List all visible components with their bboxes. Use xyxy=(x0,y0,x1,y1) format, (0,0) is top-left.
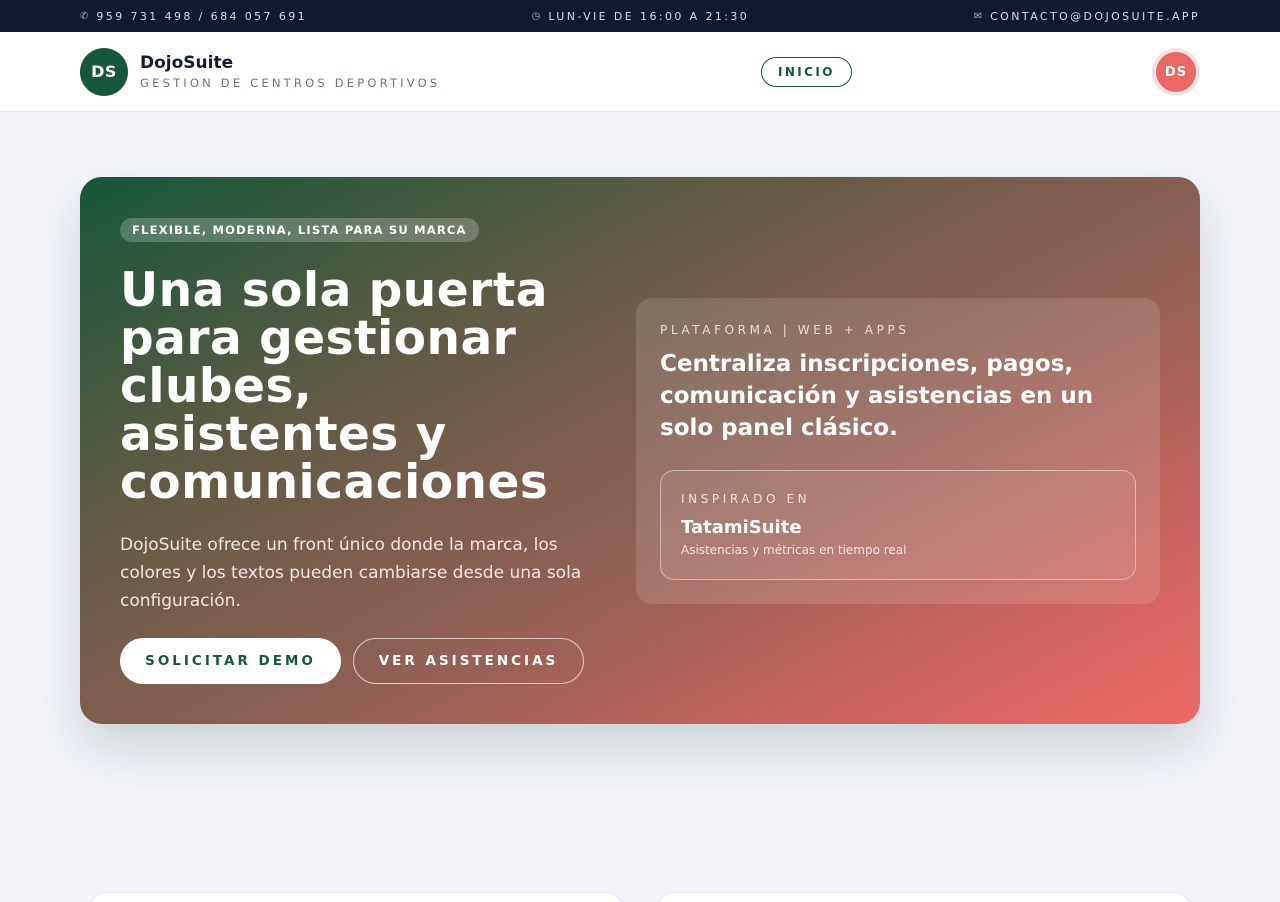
mail-icon: ✉ xyxy=(973,10,983,22)
site-header: DS DojoSuite GESTION DE CENTROS DEPORTIV… xyxy=(0,32,1280,112)
hero-section: FLEXIBLE, MODERNA, LISTA PARA SU MARCA U… xyxy=(80,177,1200,724)
brand-name: DojoSuite xyxy=(140,52,234,73)
brand[interactable]: DS DojoSuite GESTION DE CENTROS DEPORTIV… xyxy=(80,47,441,96)
feature-card-right xyxy=(656,892,1192,902)
hero-description: DojoSuite ofrece un front único donde la… xyxy=(120,535,582,611)
phone-text: 959 731 498 / 684 057 691 xyxy=(96,9,308,23)
request-demo-button[interactable]: SOLICITAR DEMO xyxy=(120,638,341,684)
panel-eyebrow: PLATAFORMA | WEB + APPS xyxy=(660,323,910,337)
card-title: TatamiSuite xyxy=(681,517,802,538)
user-avatar-button[interactable]: DS xyxy=(1152,48,1200,96)
phone-info[interactable]: ✆ 959 731 498 / 684 057 691 xyxy=(80,10,307,23)
avatar: DS xyxy=(1156,52,1196,92)
email-info[interactable]: ✉ CONTACTO@DOJOSUITE.APP xyxy=(974,10,1200,23)
email-text: CONTACTO@DOJOSUITE.APP xyxy=(990,9,1200,23)
brand-tagline: GESTION DE CENTROS DEPORTIVOS xyxy=(140,76,441,91)
platform-panel: PLATAFORMA | WEB + APPS Centraliza inscr… xyxy=(636,298,1160,604)
feature-card-left xyxy=(88,892,624,902)
panel-title: Centraliza inscripciones, pagos, comunic… xyxy=(660,351,1094,441)
top-info-bar: ✆ 959 731 498 / 684 057 691 ◷ LUN-VIE DE… xyxy=(0,0,1280,32)
nav-inicio-link[interactable]: INICIO xyxy=(761,57,852,87)
card-eyebrow: INSPIRADO EN xyxy=(681,492,811,506)
hero-badge: FLEXIBLE, MODERNA, LISTA PARA SU MARCA xyxy=(120,218,479,242)
brand-logo: DS xyxy=(80,47,128,96)
inspired-by-card: INSPIRADO EN TatamiSuite Asistencias y m… xyxy=(660,470,1136,580)
clock-icon: ◷ xyxy=(531,10,541,22)
hero-title: Una sola puerta para gestionar clubes, a… xyxy=(120,263,549,510)
hours-text: LUN-VIE DE 16:00 A 21:30 xyxy=(548,9,750,23)
card-subtitle: Asistencias y métricas en tiempo real xyxy=(681,543,907,557)
hours-info: ◷ LUN-VIE DE 16:00 A 21:30 xyxy=(532,10,750,23)
view-attendance-button[interactable]: VER ASISTENCIAS xyxy=(353,638,584,684)
phone-icon: ✆ xyxy=(80,10,89,22)
